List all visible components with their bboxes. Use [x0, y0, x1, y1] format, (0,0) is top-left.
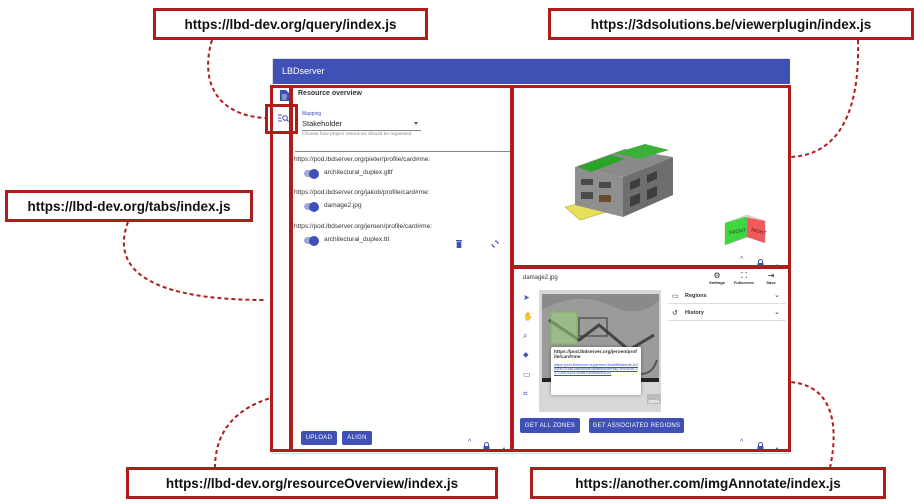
connector-viewer — [789, 39, 860, 158]
connector-tabs — [122, 221, 266, 301]
callout-query: https://lbd-dev.org/query/index.js — [153, 8, 428, 40]
callout-resource: https://lbd-dev.org/resourceOverview/ind… — [126, 467, 498, 499]
callout-viewer: https://3dsolutions.be/viewerplugin/inde… — [548, 8, 914, 40]
highlight-annotate — [511, 266, 791, 452]
highlight-resource-overview — [290, 85, 513, 452]
callout-tabs: https://lbd-dev.org/tabs/index.js — [5, 190, 253, 222]
callout-annotate: https://another.com/imgAnnotate/index.js — [530, 467, 886, 499]
connector-query — [207, 39, 266, 119]
app-bar: LBDserver — [273, 59, 790, 84]
connector-annotate — [789, 381, 835, 469]
highlight-viewer — [511, 85, 791, 268]
app-title: LBDserver — [282, 66, 325, 76]
highlight-tab-rail — [270, 85, 292, 452]
